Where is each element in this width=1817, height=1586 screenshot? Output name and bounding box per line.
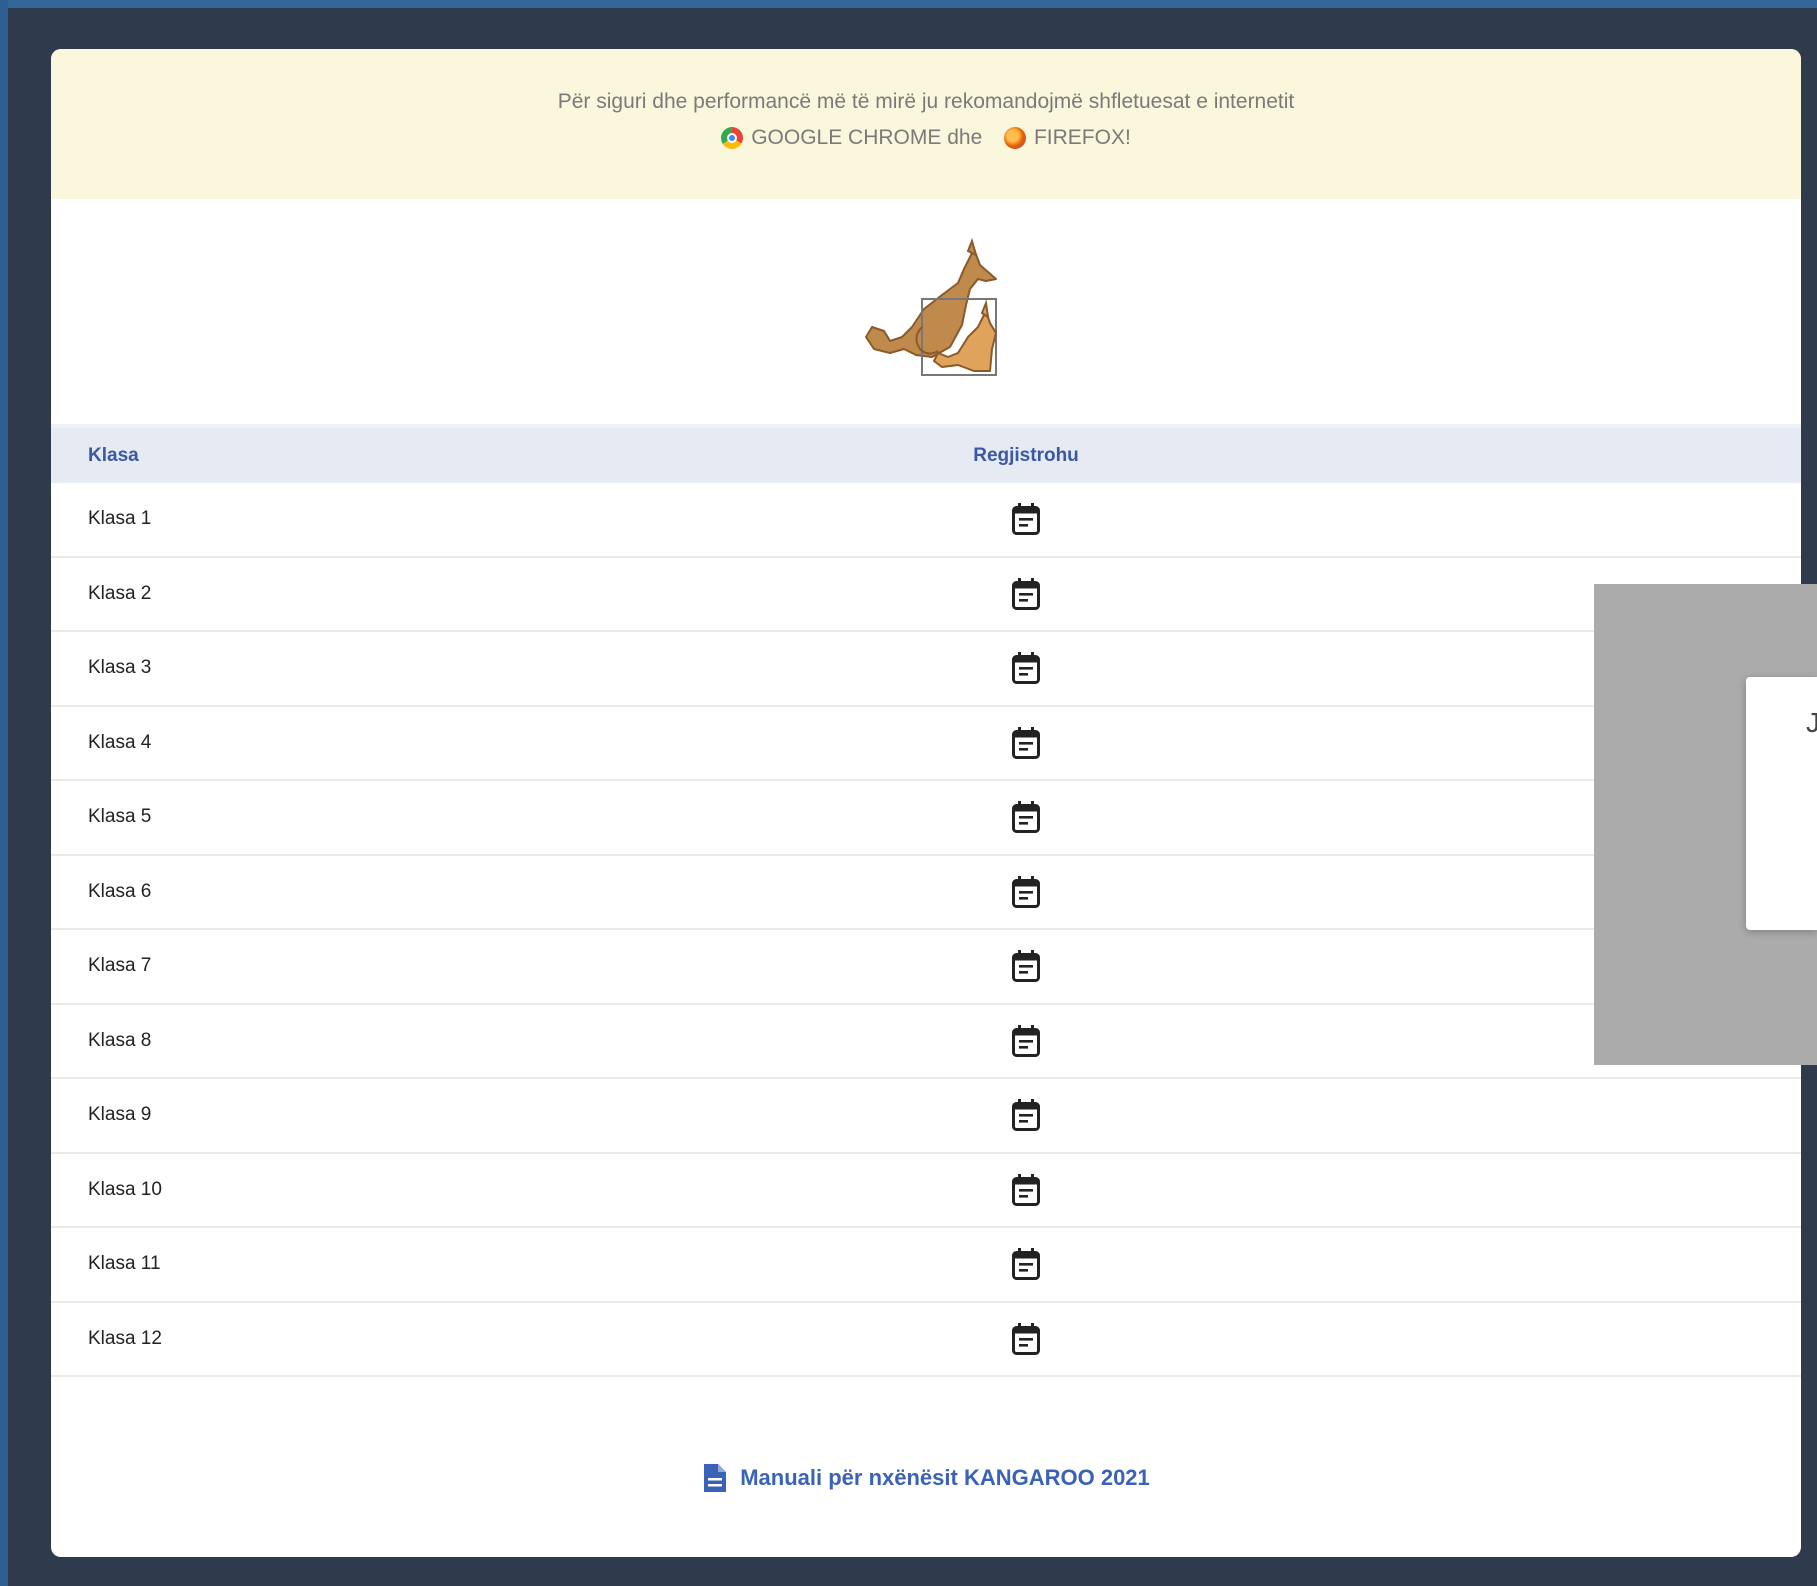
manual-link[interactable]: Manuali për nxënësit KANGAROO 2021 [51,1462,1801,1494]
register-cell [926,1173,1126,1207]
calendar-register-icon[interactable] [1011,651,1041,685]
chrome-icon [721,127,744,149]
logo-area [51,199,1801,424]
kangaroo-logo [865,237,997,376]
registration-card: Për siguri dhe performancë më të mirë ju… [51,49,1801,1557]
class-label: Klasa 2 [88,582,152,604]
register-cell [926,875,1126,909]
table-row: Klasa 10 [51,1154,1801,1228]
class-label: Klasa 10 [88,1178,162,1200]
table-row: Klasa 8 [51,1005,1801,1079]
firefox-icon [1003,127,1026,149]
table-body: Klasa 1 Klasa 2 Klasa 3 Klasa 4 Klasa 5 Klasa… [51,483,1801,1377]
register-cell [926,800,1126,834]
chrome-label: GOOGLE CHROME dhe [751,126,983,149]
header-class: Klasa [88,444,139,466]
firefox-recommendation: FIREFOX! [1003,120,1131,156]
class-label: Klasa 1 [88,508,152,530]
class-label: Klasa 6 [88,880,152,902]
register-cell [926,726,1126,760]
register-cell [926,1024,1126,1058]
calendar-register-icon[interactable] [1011,949,1041,983]
register-cell [926,651,1126,685]
calendar-register-icon[interactable] [1011,1024,1041,1058]
calendar-register-icon[interactable] [1011,577,1041,611]
register-cell [926,949,1126,983]
table-row: Klasa 9 [51,1079,1801,1154]
firefox-label: FIREFOX! [1033,126,1131,149]
table-row: Klasa 7 [51,930,1801,1005]
class-label: Klasa 9 [88,1104,152,1126]
dialog-text-fragment: J [1806,707,1817,738]
calendar-register-icon[interactable] [1011,1322,1041,1356]
class-label: Klasa 3 [88,657,152,679]
register-cell [926,502,1126,536]
class-label: Klasa 7 [88,955,152,977]
calendar-register-icon[interactable] [1011,726,1041,760]
manual-link-label: Manuali për nxënësit KANGAROO 2021 [740,1465,1150,1490]
register-cell [926,1247,1126,1281]
table-row: Klasa 11 [51,1228,1801,1303]
calendar-register-icon[interactable] [1011,502,1041,536]
chrome-recommendation: GOOGLE CHROME dhe [721,120,982,156]
class-label: Klasa 8 [88,1029,152,1051]
table-header: Klasa Regjistrohu [51,424,1801,483]
class-label: Klasa 12 [88,1327,162,1349]
table-row: Klasa 12 [51,1303,1801,1377]
header-register: Regjistrohu [973,444,1079,466]
register-cell [926,1322,1126,1356]
calendar-register-icon[interactable] [1011,800,1041,834]
class-label: Klasa 5 [88,806,152,828]
class-table: Klasa Regjistrohu Klasa 1 Klasa 2 Klasa 3K… [51,424,1801,1377]
table-row: Klasa 2 [51,558,1801,632]
table-row: Klasa 6 [51,856,1801,930]
table-row: Klasa 1 [51,483,1801,558]
class-label: Klasa 4 [88,731,152,753]
window-top-edge [0,0,1817,8]
register-cell [926,1098,1126,1132]
document-icon [702,1462,728,1494]
calendar-register-icon[interactable] [1011,875,1041,909]
table-row: Klasa 5 [51,781,1801,856]
window-left-edge [0,0,8,1586]
calendar-register-icon[interactable] [1011,1173,1041,1207]
modal-dialog: J [1746,677,1817,930]
browser-recommendation-banner: Për siguri dhe performancë më të mirë ju… [51,49,1801,199]
class-label: Klasa 11 [88,1253,161,1275]
calendar-register-icon[interactable] [1011,1098,1041,1132]
register-cell [926,577,1126,611]
table-row: Klasa 4 [51,707,1801,781]
banner-text: Për siguri dhe performancë më të mirë ju… [557,90,1295,113]
calendar-register-icon[interactable] [1011,1247,1041,1281]
banner-browsers: GOOGLE CHROME dhe FIREFOX! [51,120,1801,161]
table-row: Klasa 3 [51,632,1801,707]
